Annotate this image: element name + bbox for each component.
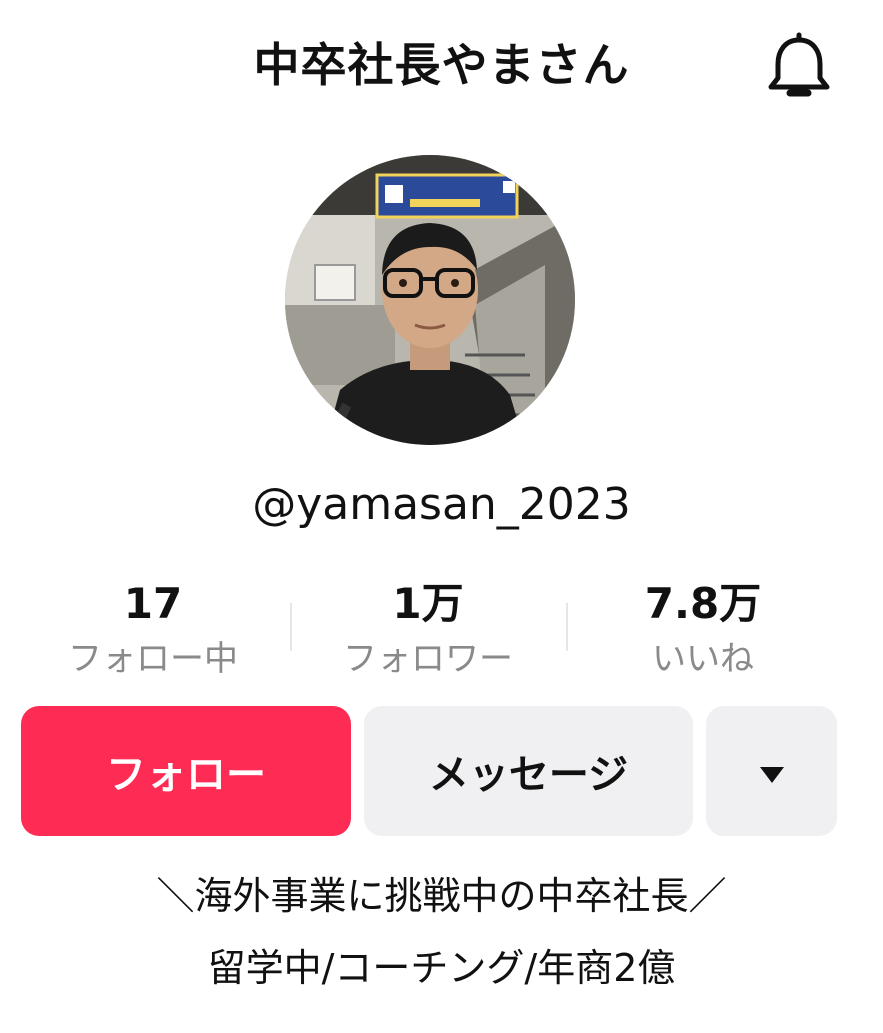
bio-line-2: 留学中/コーチング/年商2億	[207, 946, 676, 990]
follow-button[interactable]: フォロー	[21, 706, 351, 836]
bell-icon[interactable]	[764, 32, 834, 104]
stats-row: 17 フォロー中 1万 フォロワー 7.8万 いいね	[0, 575, 883, 685]
profile-title: 中卒社長やまさん	[253, 38, 630, 92]
followers-count: 1万	[392, 579, 464, 628]
avatar[interactable]	[285, 155, 575, 445]
likes-label: いいね	[652, 639, 754, 679]
stat-divider	[566, 603, 568, 651]
message-button[interactable]: メッセージ	[364, 706, 693, 836]
bio-line-1: ＼海外事業に挑戦中の中卒社長／	[156, 874, 727, 918]
followers-label: フォロワー	[343, 639, 513, 679]
stat-followers[interactable]: 1万 フォロワー	[303, 575, 553, 685]
stat-divider	[290, 603, 292, 651]
following-count: 17	[123, 579, 183, 628]
following-label: フォロー中	[68, 639, 238, 679]
likes-count: 7.8万	[644, 579, 762, 628]
triangle-down-icon	[759, 748, 785, 794]
more-options-button[interactable]	[706, 706, 837, 836]
stat-likes[interactable]: 7.8万 いいね	[578, 575, 828, 685]
username: @yamasan_2023	[252, 479, 631, 530]
stat-following[interactable]: 17 フォロー中	[28, 575, 278, 685]
